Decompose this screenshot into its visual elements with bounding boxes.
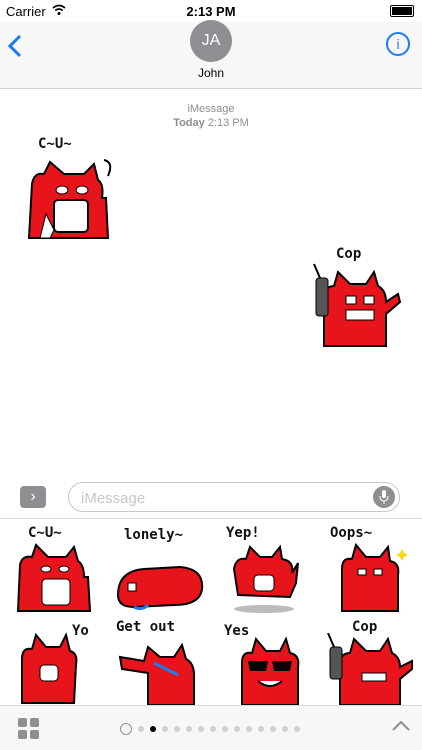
day-label: Today — [173, 117, 205, 129]
page-dot[interactable] — [198, 726, 204, 732]
sticker-tile-oops[interactable]: Oops~ — [318, 519, 418, 613]
cop-monster-sticker — [313, 263, 402, 347]
page-dot[interactable] — [210, 726, 216, 732]
sticker-tile-yep[interactable]: Yep! — [214, 519, 314, 613]
avatar-initials: JA — [201, 32, 221, 49]
sticker-caption: C~U~ — [28, 525, 62, 541]
crying-monster-sticker — [27, 159, 112, 239]
message-input-placeholder: iMessage — [81, 490, 146, 507]
app-drawer-bar — [0, 705, 422, 750]
battery-icon — [390, 5, 414, 17]
sticker-caption: C~U~ — [38, 136, 72, 152]
sticker-tile-c-u[interactable]: C~U~ — [8, 519, 108, 613]
app-grid-icon[interactable] — [18, 718, 40, 740]
sticker-caption: lonely~ — [124, 527, 184, 543]
page-dot[interactable] — [270, 726, 276, 732]
page-dot-active[interactable] — [150, 726, 156, 732]
info-icon[interactable]: i — [386, 32, 410, 56]
incoming-sticker-message[interactable]: C~U~ — [24, 134, 124, 244]
page-dot[interactable] — [174, 726, 180, 732]
conversation-meta: iMessage Today 2:13 PM — [0, 102, 422, 130]
page-dot[interactable] — [162, 726, 168, 732]
sticker-tile-yo[interactable]: Yo — [8, 613, 108, 707]
microphone-icon[interactable] — [373, 486, 395, 508]
time-label: 2:13 PM — [207, 117, 249, 129]
contact-name[interactable]: John — [0, 66, 422, 80]
page-dot[interactable] — [222, 726, 228, 732]
lying-monster-icon — [116, 565, 204, 611]
conversation-header: JA John i — [0, 20, 422, 89]
sticker-grid: C~U~ lonely~ Yep! Oops~ Yo Get out Yes C… — [0, 519, 422, 709]
yo-monster-icon — [21, 632, 78, 704]
sticker-tile-cop[interactable]: Cop — [318, 613, 418, 707]
contact-avatar[interactable]: JA — [190, 20, 232, 62]
outgoing-sticker-message[interactable]: Cop — [310, 244, 402, 352]
sticker-caption: Oops~ — [330, 525, 373, 541]
page-dot[interactable] — [138, 726, 144, 732]
page-dot[interactable] — [246, 726, 252, 732]
page-dot[interactable] — [258, 726, 264, 732]
sticker-tile-lonely[interactable]: lonely~ — [112, 519, 212, 613]
compose-bar: › iMessage — [0, 478, 422, 518]
page-dot[interactable] — [282, 726, 288, 732]
get-out-monster-icon — [118, 642, 195, 706]
sticker-tile-get-out[interactable]: Get out — [112, 613, 212, 707]
page-dot[interactable] — [234, 726, 240, 732]
page-indicator[interactable] — [120, 722, 320, 736]
sticker-tile-yes[interactable]: Yes — [214, 613, 314, 707]
back-chevron-icon[interactable] — [7, 32, 22, 66]
jumping-monster-icon — [232, 544, 299, 613]
sticker-caption: Get out — [116, 619, 176, 635]
page-dot[interactable] — [294, 726, 300, 732]
sunglasses-monster-icon — [241, 636, 300, 706]
chevron-up-icon[interactable] — [392, 718, 410, 732]
crying-monster-icon — [16, 543, 92, 612]
service-label: iMessage — [187, 103, 235, 115]
cop-monster-icon — [327, 633, 413, 706]
sticker-drawer: C~U~ lonely~ Yep! Oops~ Yo Get out Yes C… — [0, 518, 422, 709]
clock: 2:13 PM — [186, 4, 236, 19]
sticker-caption: Yep! — [226, 525, 260, 541]
recent-clock-icon[interactable] — [120, 723, 132, 735]
message-input[interactable]: iMessage — [68, 482, 400, 512]
status-bar: Carrier 2:13 PM — [0, 0, 422, 22]
sticker-caption: Cop — [336, 246, 362, 262]
oops-monster-icon — [341, 542, 408, 612]
expand-apps-button[interactable]: › — [20, 486, 46, 508]
page-dot[interactable] — [186, 726, 192, 732]
